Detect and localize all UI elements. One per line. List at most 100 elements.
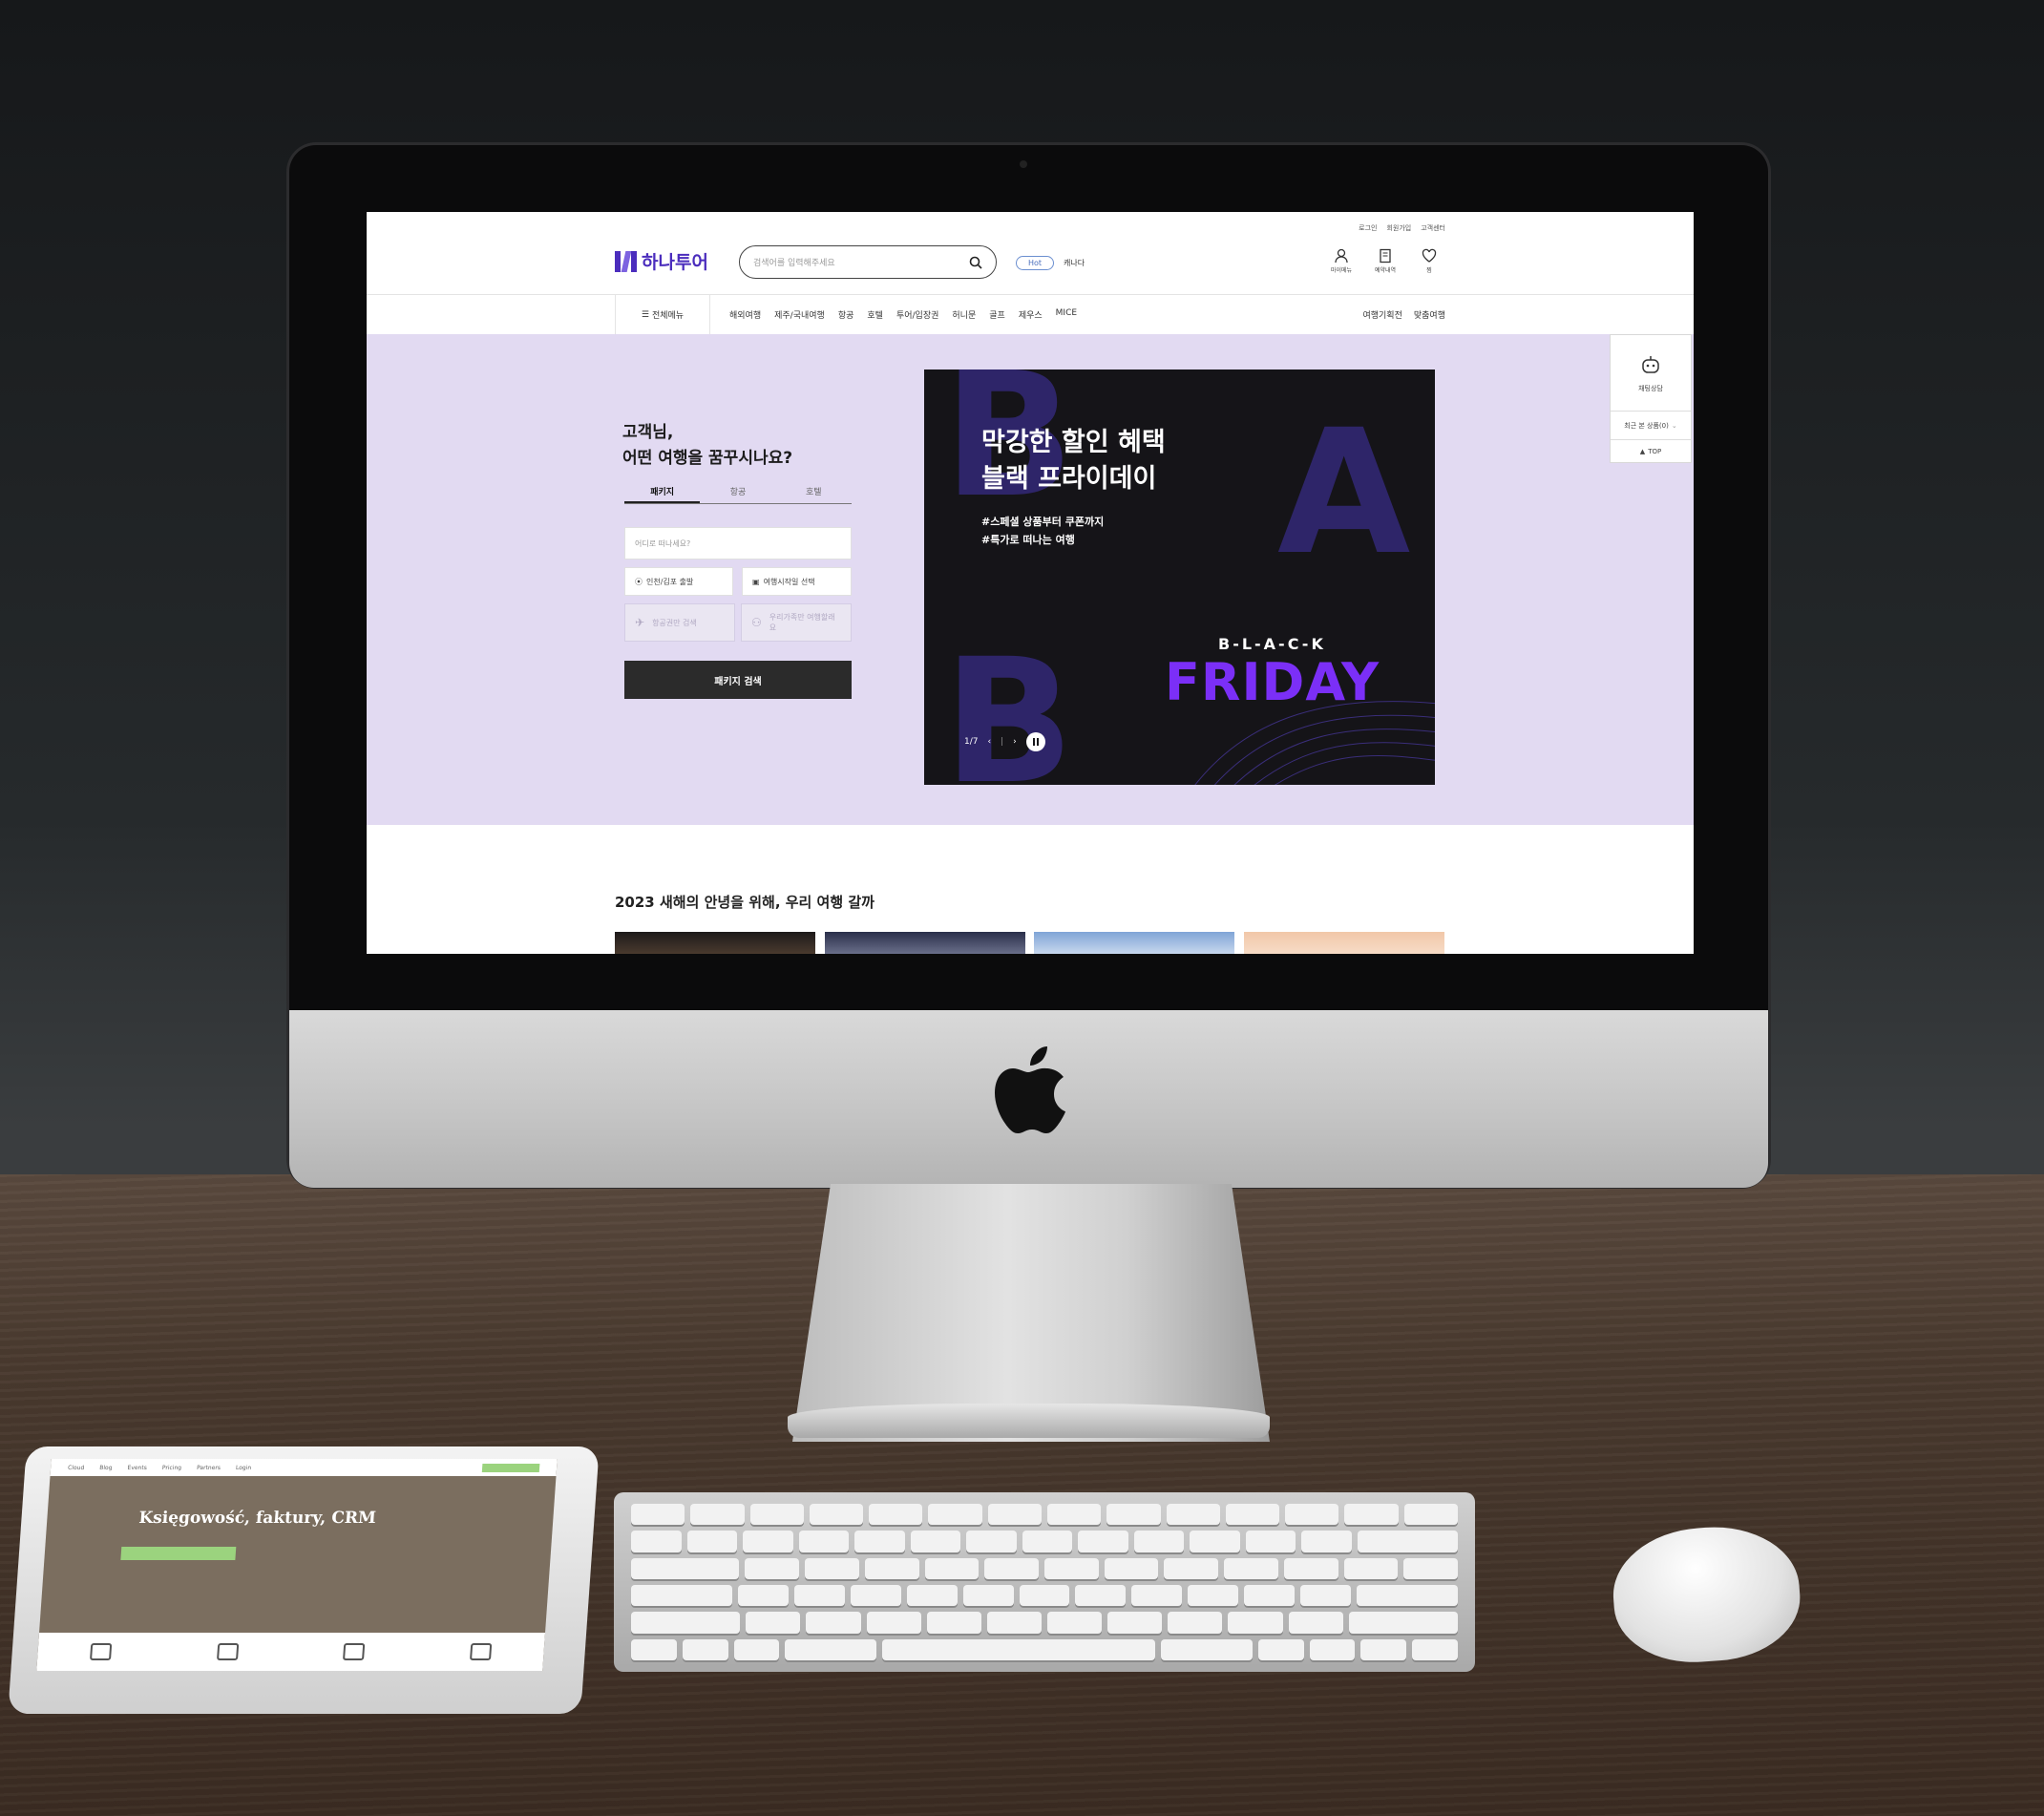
friday-text: FRIDAY — [1165, 652, 1380, 712]
reservations-button[interactable]: 예약내역 — [1369, 248, 1401, 274]
tablet-nav-item[interactable]: Login — [236, 1465, 252, 1471]
nav-item-exhibitions[interactable]: 여행기획전 — [1362, 308, 1401, 321]
tablet-hero-button[interactable] — [120, 1547, 237, 1560]
hero-greeting: 고객님, 어떤 여행을 꿈꾸시나요? — [622, 420, 792, 472]
top-label: TOP — [1648, 448, 1662, 455]
tablet-nav-item[interactable]: Pricing — [162, 1465, 182, 1471]
nav-item-honeymoon[interactable]: 허니문 — [952, 308, 976, 321]
signup-link[interactable]: 회원가입 — [1386, 223, 1411, 233]
nav-item-jeju-domestic[interactable]: 제주/국내여행 — [774, 308, 825, 321]
black-text: B-L-A-C-K — [1218, 635, 1326, 653]
recent-products-button[interactable]: 최근 본 상품(0) ⌄ — [1611, 412, 1691, 440]
recent-products-label: 최근 본 상품(0) — [1624, 421, 1669, 430]
tablet-nav-item[interactable]: Cloud — [68, 1465, 85, 1471]
pen-icon — [343, 1643, 366, 1660]
departure-select[interactable]: ⦿ 인천/김포 출발 — [624, 567, 733, 596]
destination-input[interactable]: 어디로 떠나세요? — [624, 527, 852, 560]
all-menu-button[interactable]: ☰ 전체메뉴 — [615, 295, 710, 334]
banner-title-line2: 블랙 프라이데이 — [981, 464, 1157, 494]
people-icon: ⚇ — [751, 616, 762, 629]
chat-consult-button[interactable]: 채팅상담 — [1611, 335, 1691, 412]
top-button[interactable]: ▲ TOP — [1611, 440, 1691, 463]
search-input[interactable]: 검색어를 입력해주세요 — [739, 245, 997, 279]
banner-title-line1: 막강한 할인 혜택 — [981, 428, 1166, 457]
search-icon[interactable] — [969, 256, 982, 269]
keyboard — [614, 1492, 1475, 1672]
chatbot-icon — [1642, 355, 1659, 373]
my-menu-button[interactable]: 마이메뉴 — [1325, 248, 1358, 274]
nav-item-overseas[interactable]: 해외여행 — [729, 308, 761, 321]
my-menu-label: 마이메뉴 — [1330, 267, 1353, 274]
monitor-stand-base — [788, 1404, 1270, 1438]
apple-logo-icon — [995, 1046, 1065, 1133]
my-menu-icons: 마이메뉴 예약내역 찜 — [1325, 248, 1445, 274]
heart-icon — [1422, 248, 1437, 263]
divider-bar: | — [1001, 737, 1004, 747]
nav-item-flight[interactable]: 항공 — [838, 308, 854, 321]
wishlist-label: 찜 — [1426, 267, 1432, 274]
chat-consult-label: 채팅상담 — [1638, 384, 1663, 392]
keyboard-row — [631, 1612, 1458, 1634]
login-link[interactable]: 로그인 — [1359, 223, 1377, 233]
flight-only-label: 항공권만 검색 — [652, 618, 697, 627]
tablet-feature-icons — [36, 1633, 546, 1671]
flight-only-option[interactable]: ✈ 항공권만 검색 — [624, 603, 735, 642]
departure-label: 인천/김포 출발 — [646, 577, 694, 586]
greeting-line1: 고객님, — [622, 423, 674, 442]
date-select[interactable]: ▣ 여행시작일 선택 — [742, 567, 852, 596]
chevron-right-icon[interactable]: › — [1013, 737, 1017, 747]
hot-badge: Hot — [1016, 256, 1055, 270]
tablet-headline: Księgowość, faktury, CRM — [137, 1509, 377, 1528]
nav-item-hotel[interactable]: 호텔 — [867, 308, 883, 321]
nav-item-tour-ticket[interactable]: 투어/입장권 — [896, 308, 938, 321]
search-tabs: 패키지 항공 호텔 — [624, 485, 852, 504]
product-thumbnail[interactable] — [1034, 932, 1234, 954]
product-thumbnail[interactable] — [615, 932, 815, 954]
tablet-nav-item[interactable]: Partners — [197, 1465, 221, 1471]
brand-logo[interactable]: 하나투어 — [615, 248, 708, 274]
tab-flight[interactable]: 항공 — [700, 485, 775, 503]
chevron-left-icon[interactable]: ‹ — [987, 737, 991, 747]
keyboard-row — [631, 1557, 1459, 1579]
banner-tag1: #스페셜 상품부터 쿠폰까지 — [981, 516, 1105, 528]
keyboard-row — [631, 1504, 1458, 1526]
product-thumbnail[interactable] — [1244, 932, 1444, 954]
tab-package[interactable]: 패키지 — [624, 485, 701, 503]
tablet-nav-item[interactable]: Events — [127, 1465, 147, 1471]
greeting-line2: 어떤 여행을 꿈꾸시나요? — [622, 449, 793, 468]
nav-item-zeus[interactable]: 제우스 — [1019, 308, 1043, 321]
keyboard-row — [631, 1638, 1459, 1660]
nav-item-custom-travel[interactable]: 맞춤여행 — [1414, 308, 1445, 321]
product-thumbnail[interactable] — [825, 932, 1025, 954]
pause-icon[interactable] — [1025, 732, 1045, 751]
package-search-button[interactable]: 패키지 검색 — [624, 661, 852, 699]
gnb-items: 해외여행 제주/국내여행 항공 호텔 투어/입장권 허니문 골프 제우스 MIC… — [729, 308, 1077, 321]
deco-letter-a: A — [1277, 393, 1411, 593]
tablet-cta-button[interactable] — [481, 1463, 540, 1472]
website-screen: 로그인 회원가입 고객센터 하나투어 검색어를 입력해주세요 Hot 캐나다 마… — [367, 212, 1694, 954]
tablet-nav: Cloud Blog Events Pricing Partners Login — [50, 1459, 558, 1476]
laptop-icon — [90, 1643, 113, 1660]
family-only-option[interactable]: ⚇ 우리가족만 여행할래요 — [741, 603, 852, 642]
boxes-icon — [469, 1643, 493, 1660]
nav-item-mice[interactable]: MICE — [1056, 308, 1077, 321]
tablet-nav-item[interactable]: Blog — [99, 1465, 113, 1471]
banner-controls: 1/7 ‹ | › — [964, 732, 1045, 751]
calendar-icon: ▣ — [752, 577, 760, 586]
promo-banner[interactable]: B A B 막강한 할인 혜택 블랙 프라이데이 #스페셜 상품부터 쿠폰까지 … — [924, 370, 1435, 785]
brand-mark-icon — [615, 250, 638, 272]
date-label: 여행시작일 선택 — [763, 577, 815, 586]
section-title: 2023 새해의 안녕을 위해, 우리 여행 갈까 — [615, 894, 874, 911]
hot-keyword-area: Hot 캐나다 — [1016, 256, 1085, 270]
banner-pager: 1/7 — [964, 737, 979, 747]
hero-section: 고객님, 어떤 여행을 꿈꾸시나요? 패키지 항공 호텔 어디로 떠나세요? ⦿… — [367, 334, 1694, 825]
keyboard-row — [631, 1584, 1459, 1607]
hot-keyword[interactable]: 캐나다 — [1064, 258, 1085, 268]
tab-hotel[interactable]: 호텔 — [776, 485, 852, 503]
nav-item-golf[interactable]: 골프 — [989, 308, 1005, 321]
quick-menu: 채팅상담 최근 본 상품(0) ⌄ ▲ TOP — [1610, 334, 1692, 463]
document-icon — [216, 1643, 240, 1660]
banner-tag2: #특가로 떠나는 여행 — [981, 534, 1075, 546]
wishlist-button[interactable]: 찜 — [1413, 248, 1445, 274]
customer-center-link[interactable]: 고객센터 — [1421, 223, 1445, 233]
